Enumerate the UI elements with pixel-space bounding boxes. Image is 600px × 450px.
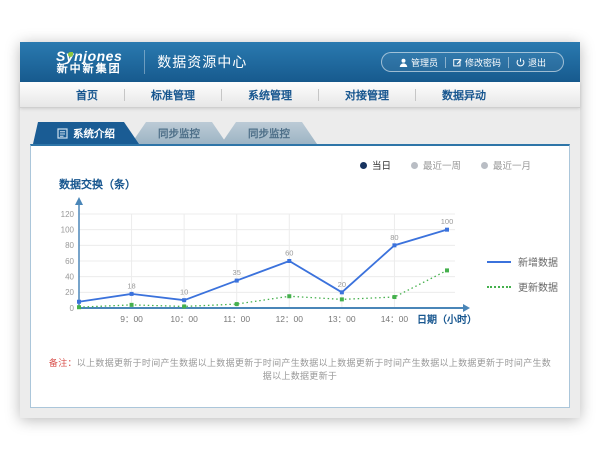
user-menu-label: 退出	[528, 56, 546, 69]
radio-unselected-icon	[481, 162, 488, 169]
svg-text:0: 0	[70, 304, 75, 313]
main-nav: 首页 标准管理 系统管理 对接管理 数据异动	[20, 82, 580, 108]
radio-label: 最近一周	[423, 158, 461, 172]
tab-label: 系统介绍	[73, 126, 115, 141]
logo-primary-text: Synjones	[56, 49, 122, 64]
tab-label: 同步监控	[248, 126, 290, 141]
tab-system-intro[interactable]: 系统介绍	[33, 122, 139, 144]
svg-text:11：00: 11：00	[223, 314, 250, 324]
footnote-text: 以上数据更新于时间产生数据以上数据更新于时间产生数据以上数据更新于时间产生数据以…	[77, 358, 551, 381]
svg-text:13：00: 13：00	[328, 314, 356, 324]
legend-label: 更新数据	[518, 279, 558, 294]
logo-leaf-icon	[68, 52, 73, 57]
user-menu-admin[interactable]: 管理员	[392, 56, 445, 69]
line-chart: 0 20 40 60 80 100 120 9：00 10：00 11：00 12：00 13：00 1…	[45, 192, 483, 342]
solid-line-icon	[487, 261, 511, 263]
header-divider	[144, 50, 145, 74]
user-menu: 管理员 修改密码 退出	[381, 52, 564, 72]
radio-last-month[interactable]: 最近一月	[481, 158, 531, 172]
edit-icon	[453, 58, 462, 67]
footnote: 备注：以上数据更新于时间产生数据以上数据更新于时间产生数据以上数据更新于时间产生…	[45, 356, 555, 382]
svg-text:9：00: 9：00	[120, 314, 143, 324]
header: Synjones 新中新集团 数据资源中心 管理员 修改密码	[20, 42, 580, 82]
svg-text:35: 35	[233, 268, 241, 277]
chart-legend: 新增数据 更新数据	[487, 254, 558, 294]
user-icon	[399, 58, 408, 67]
app-window: Synjones 新中新集团 数据资源中心 管理员 修改密码	[20, 42, 580, 418]
svg-text:100: 100	[441, 217, 454, 226]
svg-text:日期（小时）: 日期（小时）	[417, 313, 477, 326]
nav-item-standard-mgmt[interactable]: 标准管理	[125, 87, 221, 103]
user-menu-label: 修改密码	[465, 56, 501, 69]
radio-today[interactable]: 当日	[360, 158, 391, 172]
user-menu-label: 管理员	[411, 56, 438, 69]
tab-sync-monitor-1[interactable]: 同步监控	[131, 122, 227, 144]
time-range-filter: 当日 最近一周 最近一月	[45, 154, 555, 174]
svg-text:20: 20	[338, 280, 346, 289]
user-menu-change-password[interactable]: 修改密码	[446, 56, 508, 69]
nav-item-data-change[interactable]: 数据异动	[416, 87, 512, 103]
nav-item-home[interactable]: 首页	[50, 87, 124, 103]
svg-text:10：00: 10：00	[170, 314, 198, 324]
tab-bar: 系统介绍 同步监控 同步监控	[33, 122, 570, 144]
y-axis-title: 数据交换（条）	[59, 176, 555, 192]
radio-unselected-icon	[411, 162, 418, 169]
svg-text:80: 80	[65, 241, 74, 250]
legend-item-new-data: 新增数据	[487, 254, 558, 269]
radio-last-week[interactable]: 最近一周	[411, 158, 461, 172]
legend-label: 新增数据	[518, 254, 558, 269]
logout-icon	[516, 58, 525, 67]
footnote-label: 备注：	[49, 358, 77, 368]
chart-panel: 当日 最近一周 最近一月 数据交换（条） 0 20 40 60 80 100 120 9：00…	[30, 144, 570, 408]
svg-text:18: 18	[127, 281, 135, 290]
svg-text:80: 80	[390, 233, 398, 242]
svg-text:12：00: 12：00	[276, 314, 304, 324]
content-area: 系统介绍 同步监控 同步监控 当日 最近一周	[20, 108, 580, 408]
tab-sync-monitor-2[interactable]: 同步监控	[221, 122, 317, 144]
dotted-line-icon	[487, 286, 511, 288]
svg-text:14：00: 14：00	[381, 314, 409, 324]
nav-item-system-mgmt[interactable]: 系统管理	[222, 87, 318, 103]
svg-text:40: 40	[65, 272, 74, 281]
user-menu-logout[interactable]: 退出	[509, 56, 553, 69]
app-title: 数据资源中心	[157, 52, 247, 72]
radio-label: 最近一月	[493, 158, 531, 172]
nav-item-interface-mgmt[interactable]: 对接管理	[319, 87, 415, 103]
chart-row: 0 20 40 60 80 100 120 9：00 10：00 11：00 12：00 13：00 1…	[45, 192, 555, 342]
svg-text:60: 60	[285, 249, 293, 258]
tab-label: 同步监控	[158, 126, 200, 141]
svg-text:10: 10	[180, 288, 188, 297]
company-logo: Synjones 新中新集团	[34, 49, 132, 75]
svg-text:20: 20	[65, 288, 74, 297]
radio-label: 当日	[372, 158, 391, 172]
radio-selected-icon	[360, 162, 367, 169]
svg-text:100: 100	[61, 225, 75, 234]
logo-secondary-text: 新中新集团	[57, 64, 122, 76]
svg-text:60: 60	[65, 257, 74, 266]
legend-item-update-data: 更新数据	[487, 279, 558, 294]
svg-text:120: 120	[61, 210, 75, 219]
document-icon	[57, 128, 68, 139]
